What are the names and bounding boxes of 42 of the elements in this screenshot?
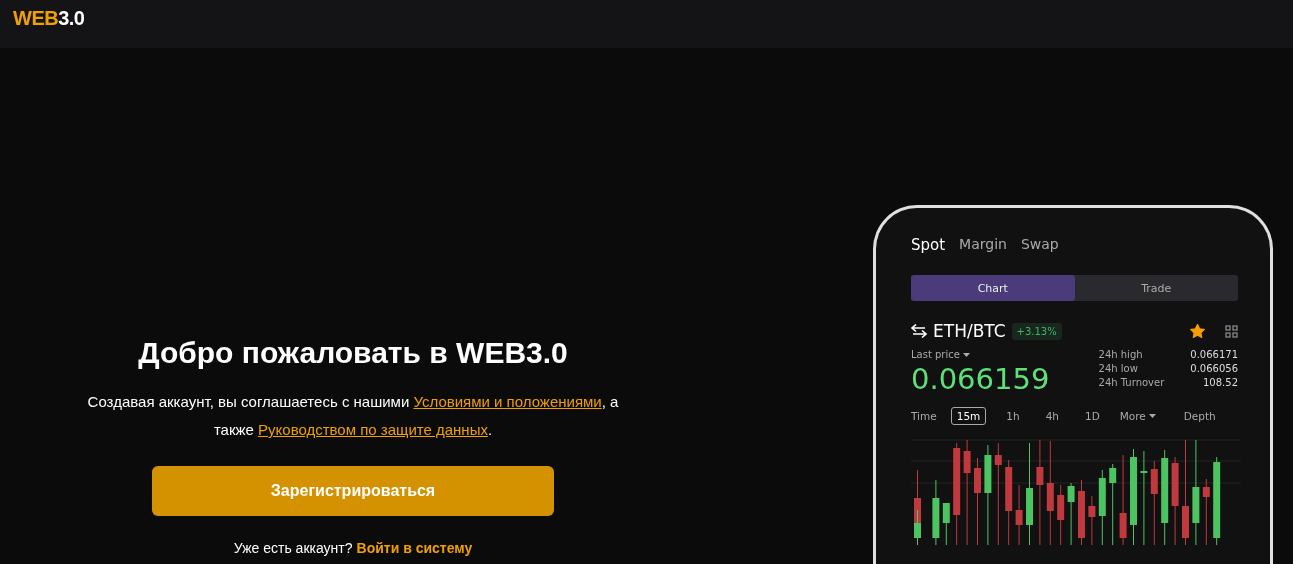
stat-value: 0.066056 (1190, 363, 1238, 374)
market-tab[interactable]: Spot (911, 236, 946, 254)
pair-name: ETH/BTC (933, 321, 1006, 341)
candlestick (1015, 484, 1023, 545)
candlestick (1078, 479, 1085, 545)
candlestick (942, 503, 950, 545)
stat-label: 24h Turnover (1098, 377, 1165, 388)
interval-tab[interactable]: 4h (1039, 407, 1065, 425)
last-price: 0.066159 (911, 362, 1050, 396)
caret-icon (1148, 414, 1156, 418)
caret-icon[interactable] (962, 352, 970, 357)
stat-value: 108.52 (1202, 377, 1238, 388)
change-badge: +3.13% (1011, 322, 1062, 340)
stat-label: 24h low (1098, 363, 1139, 374)
interval-tab[interactable]: 1D (1079, 407, 1106, 425)
terms-text: Создавая аккаунт, вы соглашаетесь с нашими Условиями и положениями, а также Руководством по защите данных. (86, 392, 620, 440)
login-link[interactable]: Войти в систему (356, 540, 473, 556)
market-tab[interactable]: Margin (959, 236, 1007, 254)
terms-link[interactable]: Руководством по защите данных (258, 421, 488, 438)
candlestick (932, 479, 940, 545)
candlestick (1057, 484, 1065, 545)
welcome-heading: Добро пожаловать в WEB3.0 (138, 336, 568, 370)
last-price-label[interactable]: Last price (911, 349, 960, 360)
more-dropdown[interactable]: More (1119, 410, 1156, 422)
star-icon[interactable] (1190, 324, 1205, 338)
interval-tab[interactable]: 1h (1000, 407, 1026, 425)
candlestick (1067, 482, 1075, 545)
segment-tab[interactable]: Chart (911, 275, 1075, 301)
stat-label: 24h high (1098, 349, 1144, 360)
candlestick (1088, 495, 1096, 545)
time-label: Time (911, 410, 937, 422)
market-tab[interactable]: Swap (1020, 236, 1059, 254)
segment-tab[interactable]: Trade (1074, 275, 1238, 301)
login-prompt: Уже есть аккаунт? (233, 540, 353, 556)
terms-link[interactable]: Условиями и положениями (413, 393, 602, 410)
logo[interactable]: WEB3.0 (13, 7, 85, 30)
stat-value: 0.066171 (1190, 349, 1238, 360)
grid-icon[interactable] (1225, 324, 1238, 338)
swap-arrows-icon (911, 324, 927, 338)
depth-tab[interactable]: Depth (1183, 410, 1216, 422)
interval-tab[interactable]: 15m (950, 407, 987, 425)
candlestick (1202, 478, 1210, 545)
